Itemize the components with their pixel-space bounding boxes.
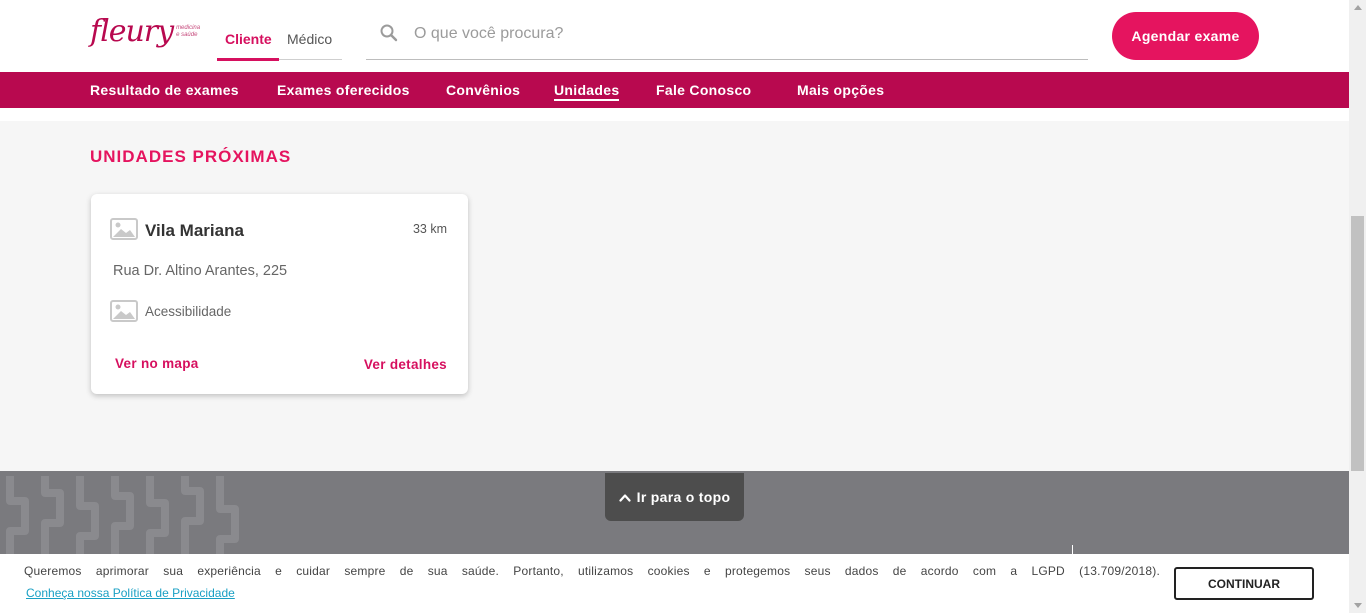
image-placeholder-icon	[110, 218, 138, 245]
audience-tabs: Cliente Médico	[217, 20, 342, 61]
active-tab-indicator	[217, 58, 279, 61]
search-input[interactable]	[414, 23, 1054, 45]
scroll-up-icon[interactable]	[1354, 5, 1362, 10]
view-details-link[interactable]: Ver detalhes	[364, 357, 447, 372]
cookie-banner: Queremos aprimorar sua experiência e cui…	[0, 554, 1349, 613]
main-nav: Resultado de exames Exames oferecidos Co…	[0, 72, 1349, 108]
logo-wordmark: fleury	[90, 14, 174, 49]
unit-card: Vila Mariana 33 km Rua Dr. Altino Arante…	[91, 194, 468, 394]
site-footer: Ir para o topo	[0, 471, 1349, 554]
privacy-policy-link[interactable]: Conheça nossa Política de Privacidade	[26, 586, 235, 600]
tab-cliente[interactable]: Cliente	[225, 31, 272, 47]
unit-distance: 33 km	[412, 222, 447, 236]
unit-name[interactable]: Vila Mariana	[145, 221, 244, 241]
scroll-down-icon[interactable]	[1354, 603, 1362, 608]
back-to-top-label: Ir para o topo	[636, 489, 731, 505]
cookie-message: Queremos aprimorar sua experiência e cui…	[24, 564, 1160, 578]
fleury-logo[interactable]: fleury medicina e saúde	[90, 14, 200, 50]
nav-item-fale-conosco[interactable]: Fale Conosco	[656, 82, 751, 98]
site-header: fleury medicina e saúde Cliente Médico A…	[0, 0, 1349, 72]
unit-feature: Acessibilidade	[145, 304, 232, 319]
search-icon[interactable]	[380, 24, 398, 47]
footer-divider	[1072, 545, 1073, 554]
nav-item-convenios[interactable]: Convênios	[446, 82, 520, 98]
logo-tagline: medicina e saúde	[176, 25, 201, 38]
unit-address: Rua Dr. Altino Arantes, 225	[113, 263, 288, 279]
content-divider	[0, 108, 1349, 121]
tab-medico[interactable]: Médico	[287, 31, 332, 47]
nav-item-resultados[interactable]: Resultado de exames	[90, 82, 239, 98]
footer-pattern	[6, 476, 239, 554]
back-to-top-button[interactable]: Ir para o topo	[605, 473, 744, 521]
section-title: UNIDADES PRÓXIMAS	[90, 147, 292, 166]
view-on-map-link[interactable]: Ver no mapa	[115, 356, 199, 371]
cookie-continue-button[interactable]: CONTINUAR	[1174, 567, 1314, 600]
nav-item-exames[interactable]: Exames oferecidos	[277, 82, 410, 98]
schedule-exam-button[interactable]: Agendar exame	[1112, 12, 1259, 60]
scrollbar-thumb[interactable]	[1351, 216, 1364, 471]
search-bar	[366, 13, 1088, 60]
page-scrollbar[interactable]	[1349, 0, 1366, 613]
nav-item-unidades[interactable]: Unidades	[554, 82, 620, 101]
nav-item-mais-opcoes[interactable]: Mais opções	[797, 82, 884, 98]
chevron-up-icon	[619, 489, 631, 505]
accessibility-icon	[110, 300, 138, 327]
